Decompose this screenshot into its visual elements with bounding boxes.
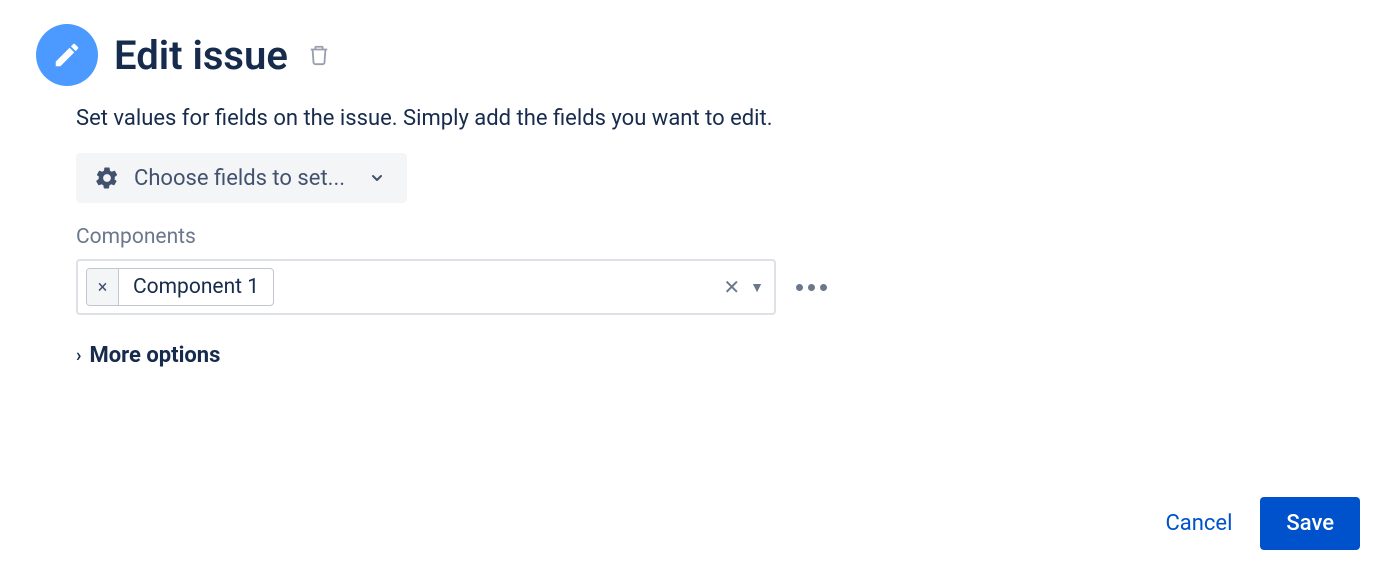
save-button[interactable]: Save [1260, 497, 1360, 550]
gear-icon [94, 165, 120, 191]
more-actions-icon[interactable] [792, 280, 831, 295]
trash-icon[interactable] [308, 44, 330, 66]
more-options-toggle[interactable]: › More options [76, 343, 1360, 368]
more-options-label: More options [89, 343, 220, 368]
caret-down-icon[interactable]: ▼ [750, 279, 764, 296]
component-tag: × Component 1 [86, 268, 274, 306]
dialog-header: Edit issue [36, 24, 1360, 86]
components-field-row: × Component 1 ✕ ▼ [76, 259, 1360, 315]
components-label: Components [76, 225, 1360, 249]
clear-icon[interactable]: ✕ [723, 277, 740, 297]
tag-remove-icon[interactable]: × [87, 269, 119, 305]
dialog-content: Set values for fields on the issue. Simp… [76, 106, 1360, 368]
components-select[interactable]: × Component 1 ✕ ▼ [76, 259, 776, 315]
components-selected: × Component 1 [86, 268, 274, 306]
tag-label: Component 1 [119, 275, 273, 299]
chevron-right-icon: › [76, 345, 81, 366]
select-controls: ✕ ▼ [723, 277, 764, 297]
page-title: Edit issue [114, 32, 288, 79]
choose-fields-dropdown[interactable]: Choose fields to set... [76, 153, 407, 203]
dialog-description: Set values for fields on the issue. Simp… [76, 106, 1360, 131]
cancel-button[interactable]: Cancel [1165, 511, 1232, 536]
dialog-footer: Cancel Save [1165, 497, 1360, 550]
chevron-down-icon [369, 170, 385, 186]
pencil-icon [36, 24, 98, 86]
choose-fields-label: Choose fields to set... [134, 166, 345, 191]
